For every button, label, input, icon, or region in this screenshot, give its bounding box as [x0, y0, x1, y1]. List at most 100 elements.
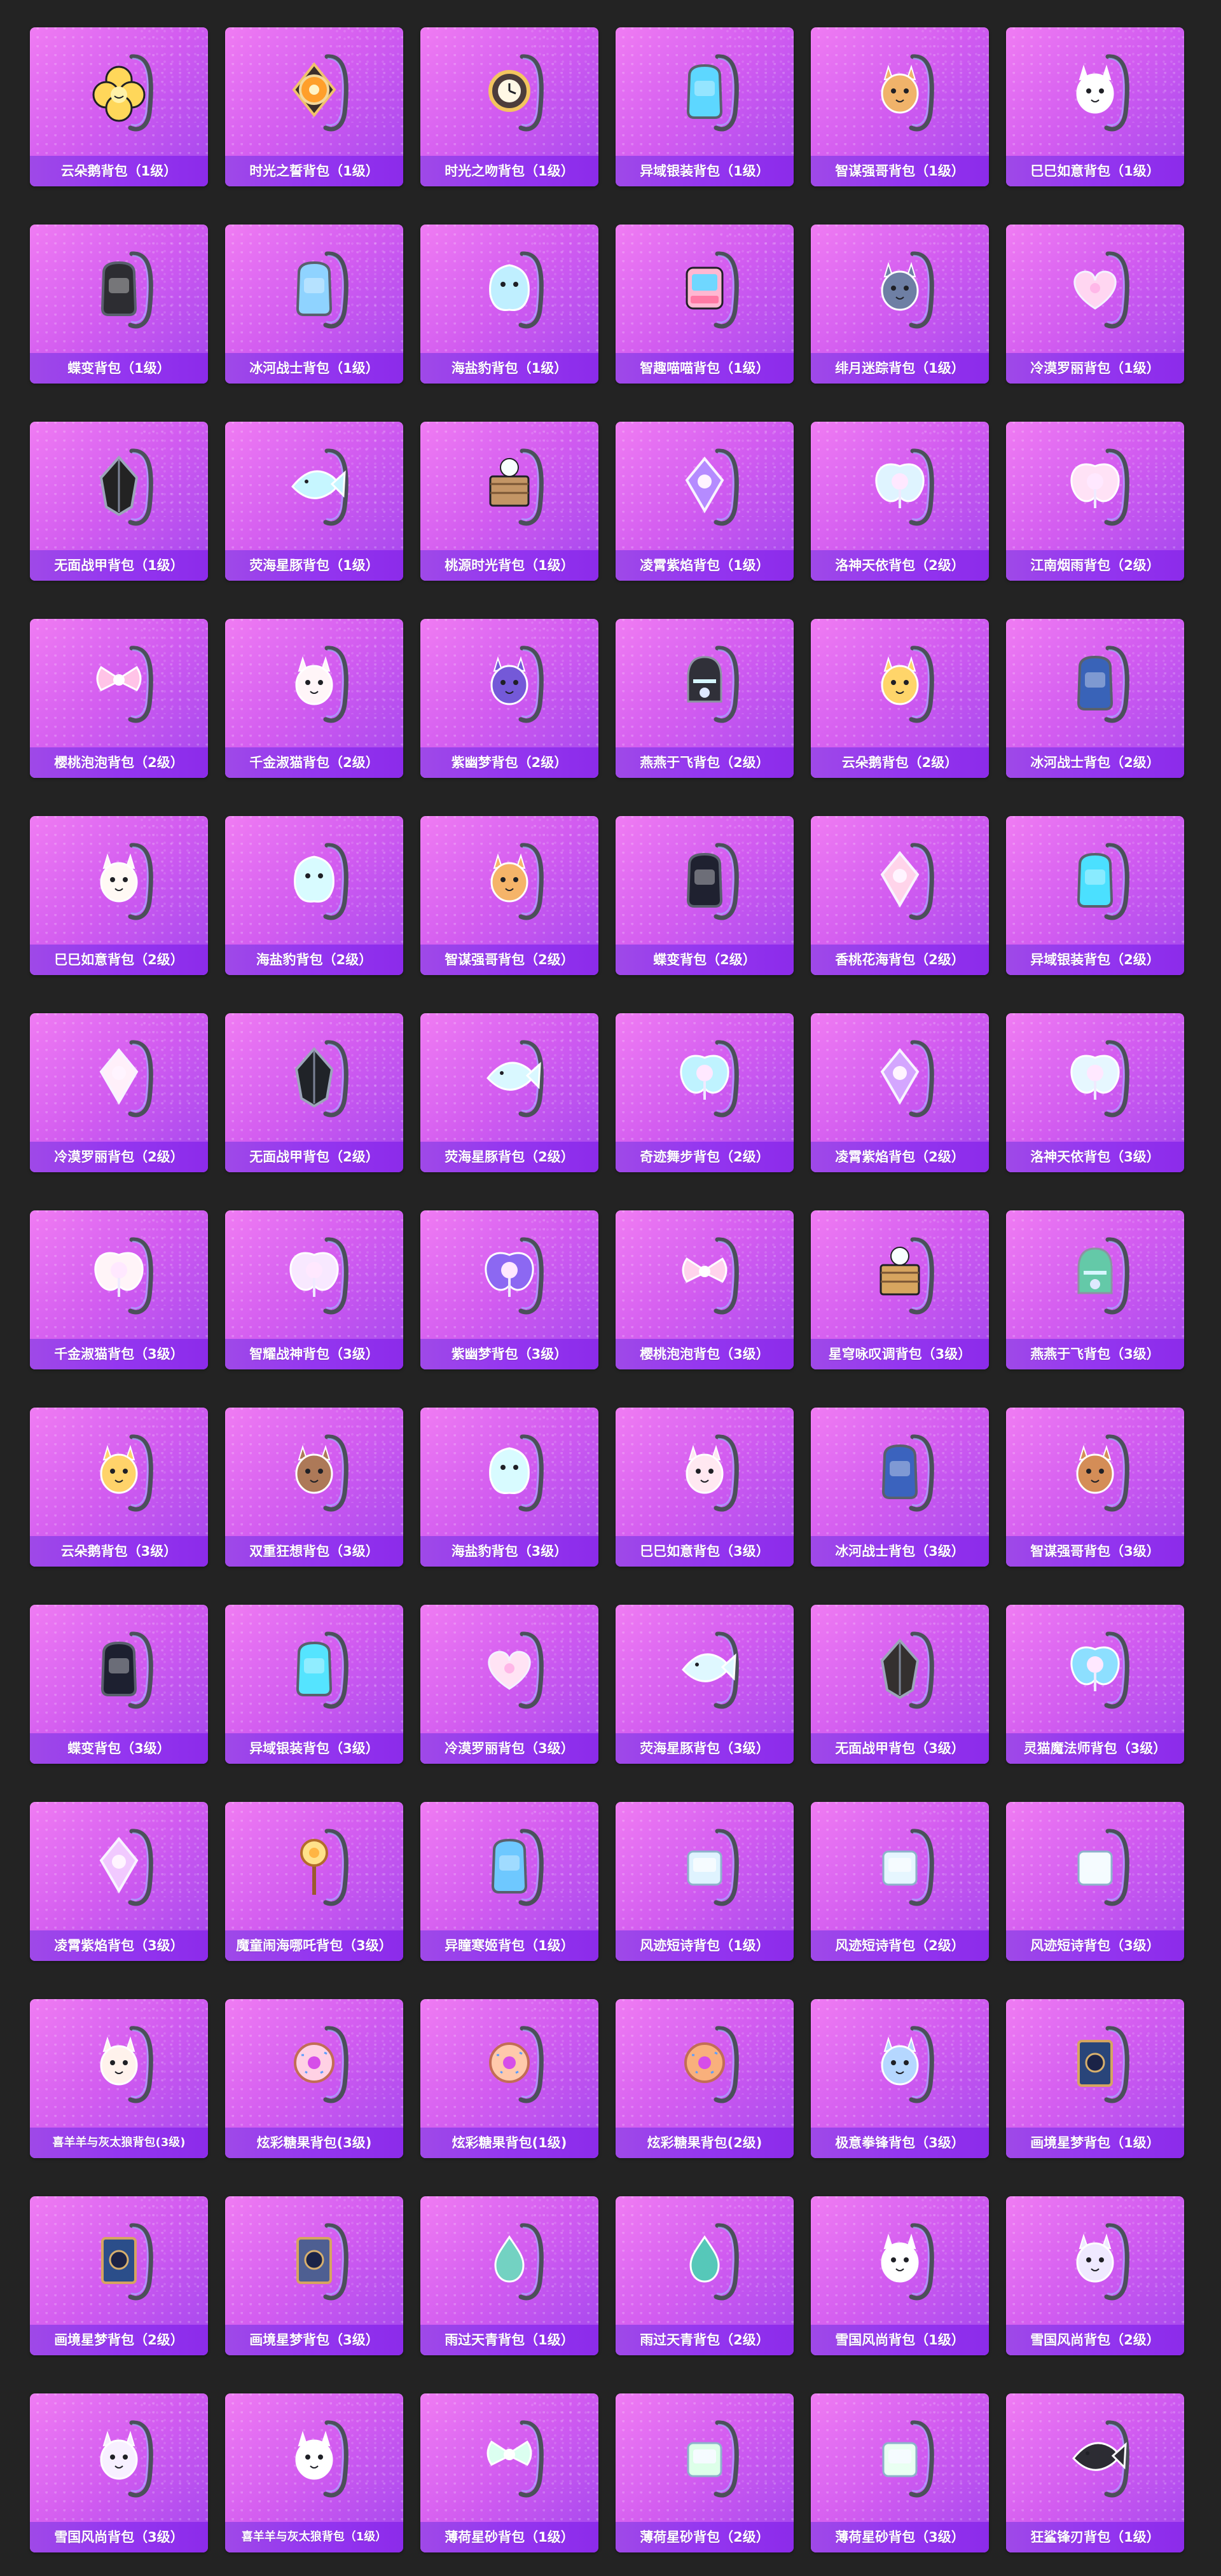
backpack-card[interactable]: 异域银装背包（2级）: [1006, 816, 1184, 975]
backpack-card[interactable]: 凌霄紫焰背包（1级）: [616, 422, 794, 581]
backpack-card[interactable]: 智耀战神背包（3级）: [225, 1210, 403, 1369]
backpack-card[interactable]: 炫彩糖果背包(1级): [420, 1999, 598, 2158]
backpack-card[interactable]: 冷漠罗丽背包（3级）: [420, 1605, 598, 1764]
backpack-card[interactable]: 荧海星豚背包（2级）: [420, 1013, 598, 1172]
backpack-name: 无面战甲背包（3级）: [835, 1740, 965, 1756]
backpack-label-bar: 凌霄紫焰背包（2级）: [811, 1142, 989, 1172]
backpack-name: 炫彩糖果背包(2级): [647, 2135, 762, 2150]
backpack-card[interactable]: 异域银装背包（3级）: [225, 1605, 403, 1764]
backpack-card[interactable]: 云朵鹅背包（3级）: [30, 1408, 208, 1567]
backpack-card[interactable]: 荧海星豚背包（1级）: [225, 422, 403, 581]
backpack-card[interactable]: 风迹短诗背包（2级）: [811, 1802, 989, 1961]
backpack-card[interactable]: 江南烟雨背包（2级）: [1006, 422, 1184, 581]
backpack-card[interactable]: 喜羊羊与灰太狼背包(3级): [30, 1999, 208, 2158]
backpack-card[interactable]: 蝶变背包（2级）: [616, 816, 794, 975]
mint-bow-backpack-icon: [469, 2407, 550, 2508]
backpack-card[interactable]: 智谋强哥背包（3级）: [1006, 1408, 1184, 1567]
backpack-card[interactable]: 凌霄紫焰背包（2级）: [811, 1013, 989, 1172]
backpack-card[interactable]: 雪国风尚背包（1级）: [811, 2196, 989, 2355]
backpack-card[interactable]: 巳巳如意背包（3级）: [616, 1408, 794, 1567]
backpack-card[interactable]: 智谋强哥背包（2级）: [420, 816, 598, 975]
purple-bunny-backpack-icon: [469, 633, 550, 733]
backpack-card[interactable]: 洛神天依背包（3级）: [1006, 1013, 1184, 1172]
backpack-card[interactable]: 海盐豹背包（3级）: [420, 1408, 598, 1567]
backpack-card[interactable]: 灵猫魔法师背包（3级）: [1006, 1605, 1184, 1764]
backpack-name: 蝶变背包（1级）: [67, 360, 170, 376]
backpack-card[interactable]: 时光之誓背包（1级）: [225, 27, 403, 186]
backpack-card[interactable]: 冷漠罗丽背包（1级）: [1006, 225, 1184, 384]
backpack-card[interactable]: 无面战甲背包（2级）: [225, 1013, 403, 1172]
backpack-card[interactable]: 雪国风尚背包（2级）: [1006, 2196, 1184, 2355]
backpack-card[interactable]: 雨过天青背包（1级）: [420, 2196, 598, 2355]
backpack-card[interactable]: 雨过天青背包（2级）: [616, 2196, 794, 2355]
mint-crystal-backpack-icon: [859, 2407, 941, 2508]
backpack-card[interactable]: 炫彩糖果背包(3级): [225, 1999, 403, 2158]
backpack-card[interactable]: 异域银装背包（1级）: [616, 27, 794, 186]
backpack-card[interactable]: 双重狂想背包（3级）: [225, 1408, 403, 1567]
backpack-card[interactable]: 冰河战士背包（2级）: [1006, 619, 1184, 778]
backpack-card[interactable]: 紫幽梦背包（3级）: [420, 1210, 598, 1369]
backpack-label-bar: 雨过天青背包（2级）: [616, 2325, 794, 2355]
backpack-card[interactable]: 狂鲨锋刃背包（1级）: [1006, 2393, 1184, 2552]
backpack-card[interactable]: 喜羊羊与灰太狼背包（1级）: [225, 2393, 403, 2552]
backpack-card[interactable]: 冷漠罗丽背包（2级）: [30, 1013, 208, 1172]
backpack-card[interactable]: 樱桃泡泡背包（2级）: [30, 619, 208, 778]
backpack-card[interactable]: 智谋强哥背包（1级）: [811, 27, 989, 186]
backpack-card[interactable]: 千金淑猫背包（3级）: [30, 1210, 208, 1369]
backpack-name: 樱桃泡泡背包（2级）: [54, 754, 184, 770]
backpack-card[interactable]: 燕燕于飞背包（3级）: [1006, 1210, 1184, 1369]
backpack-card[interactable]: 蝶变背包（1级）: [30, 225, 208, 384]
backpack-card[interactable]: 风迹短诗背包（3级）: [1006, 1802, 1184, 1961]
backpack-card[interactable]: 雪国风尚背包（3级）: [30, 2393, 208, 2552]
backpack-card[interactable]: 异瞳寒姬背包（1级）: [420, 1802, 598, 1961]
backpack-name: 魔童闹海哪吒背包（3级）: [236, 1937, 392, 1953]
backpack-name: 燕燕于飞背包（3级）: [1030, 1346, 1160, 1362]
backpack-card[interactable]: 紫幽梦背包（2级）: [420, 619, 598, 778]
backpack-card[interactable]: 洛神天依背包（2级）: [811, 422, 989, 581]
backpack-card[interactable]: 燕燕于飞背包（2级）: [616, 619, 794, 778]
backpack-card[interactable]: 冰河战士背包（3级）: [811, 1408, 989, 1567]
backpack-card[interactable]: 薄荷星砂背包（3级）: [811, 2393, 989, 2552]
backpack-card[interactable]: 海盐豹背包（2级）: [225, 816, 403, 975]
backpack-card[interactable]: 巳巳如意背包（2级）: [30, 816, 208, 975]
backpack-card[interactable]: 千金淑猫背包（2级）: [225, 619, 403, 778]
backpack-card[interactable]: 画境星梦背包（3级）: [225, 2196, 403, 2355]
backpack-label-bar: 风迹短诗背包（2级）: [811, 1930, 989, 1961]
backpack-card[interactable]: 奇迹舞步背包（2级）: [616, 1013, 794, 1172]
backpack-card[interactable]: 智趣喵喵背包（1级）: [616, 225, 794, 384]
backpack-card[interactable]: 薄荷星砂背包（2级）: [616, 2393, 794, 2552]
robot-cat-backpack-icon: [664, 239, 745, 339]
backpack-name: 冷漠罗丽背包（2级）: [54, 1149, 184, 1165]
backpack-name: 智谋强哥背包（3级）: [1030, 1543, 1160, 1559]
backpack-card[interactable]: 冰河战士背包（1级）: [225, 225, 403, 384]
backpack-card[interactable]: 无面战甲背包（3级）: [811, 1605, 989, 1764]
backpack-label-bar: 薄荷星砂背包（1级）: [420, 2522, 598, 2552]
backpack-card[interactable]: 极意拳锋背包（3级）: [811, 1999, 989, 2158]
backpack-card[interactable]: 荧海星豚背包（3级）: [616, 1605, 794, 1764]
backpack-name: 灵猫魔法师背包（3级）: [1023, 1740, 1167, 1756]
backpack-label-bar: 千金淑猫背包（3级）: [30, 1339, 208, 1369]
backpack-card[interactable]: 无面战甲背包（1级）: [30, 422, 208, 581]
backpack-label-bar: 冰河战士背包（1级）: [225, 353, 403, 384]
backpack-card[interactable]: 星穹咏叹调背包（3级）: [811, 1210, 989, 1369]
backpack-card[interactable]: 桃源时光背包（1级）: [420, 422, 598, 581]
backpack-card[interactable]: 云朵鹅背包（2级）: [811, 619, 989, 778]
backpack-name: 异域银装背包（2级）: [1030, 952, 1160, 967]
flower-backpack-icon: [78, 41, 160, 142]
backpack-card[interactable]: 薄荷星砂背包（1级）: [420, 2393, 598, 2552]
backpack-card[interactable]: 蝶变背包（3级）: [30, 1605, 208, 1764]
backpack-card[interactable]: 风迹短诗背包（1级）: [616, 1802, 794, 1961]
backpack-card[interactable]: 时光之吻背包（1级）: [420, 27, 598, 186]
backpack-card[interactable]: 画境星梦背包（2级）: [30, 2196, 208, 2355]
backpack-card[interactable]: 绯月迷踪背包（1级）: [811, 225, 989, 384]
backpack-card[interactable]: 云朵鹅背包（1级）: [30, 27, 208, 186]
backpack-card[interactable]: 樱桃泡泡背包（3级）: [616, 1210, 794, 1369]
backpack-card[interactable]: 海盐豹背包（1级）: [420, 225, 598, 384]
backpack-card[interactable]: 香桃花海背包（2级）: [811, 816, 989, 975]
backpack-card[interactable]: 画境星梦背包（1级）: [1006, 1999, 1184, 2158]
backpack-card[interactable]: 魔童闹海哪吒背包（3级）: [225, 1802, 403, 1961]
backpack-name: 江南烟雨背包（2级）: [1030, 557, 1160, 573]
backpack-card[interactable]: 凌霄紫焰背包（3级）: [30, 1802, 208, 1961]
backpack-card[interactable]: 巳巳如意背包（1级）: [1006, 27, 1184, 186]
backpack-card[interactable]: 炫彩糖果背包(2级): [616, 1999, 794, 2158]
